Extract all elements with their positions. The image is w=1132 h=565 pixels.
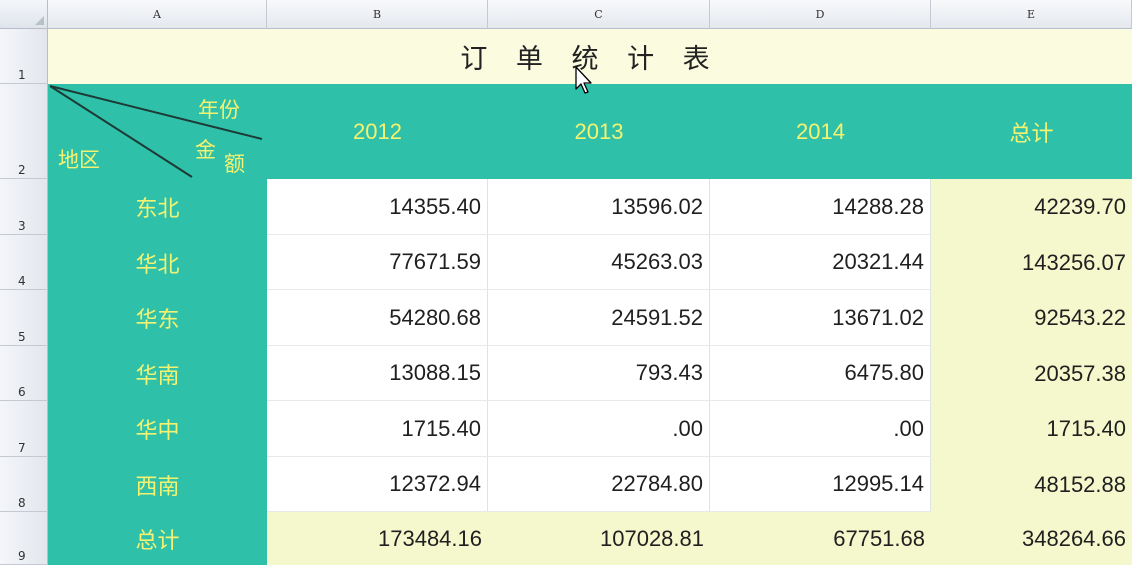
column-header-c[interactable]: C — [488, 0, 710, 29]
value-cell[interactable]: 13671.02 — [710, 290, 931, 346]
year-header-2013[interactable]: 2013 — [488, 84, 710, 179]
row-header-4[interactable]: 4 — [0, 235, 48, 290]
mouse-pointer-icon — [575, 66, 592, 94]
row-total-cell[interactable]: 42239.70 — [931, 179, 1132, 235]
total-row-label[interactable]: 总计 — [48, 512, 267, 565]
value-cell[interactable]: 54280.68 — [267, 290, 488, 346]
column-header-d[interactable]: D — [710, 0, 931, 29]
value-cell[interactable]: 22784.80 — [488, 457, 710, 512]
region-cell[interactable]: 华中 — [48, 401, 267, 457]
amount-label-part1: 金 — [195, 138, 216, 162]
spreadsheet: A B C D E 1 2 3 4 5 6 7 8 9 订 单 统 计 表 年份… — [0, 0, 1132, 565]
region-cell[interactable]: 华南 — [48, 346, 267, 401]
row-header-9[interactable]: 9 — [0, 512, 48, 565]
column-header-bar: A B C D E — [0, 0, 1132, 29]
region-cell[interactable]: 西南 — [48, 457, 267, 512]
row-header-8[interactable]: 8 — [0, 457, 48, 512]
value-cell[interactable]: 13596.02 — [488, 179, 710, 235]
year-header-2012[interactable]: 2012 — [267, 84, 488, 179]
row-number: 3 — [18, 219, 26, 233]
row-number: 6 — [18, 385, 26, 399]
row-total-cell[interactable]: 92543.22 — [931, 290, 1132, 346]
row-header-2[interactable]: 2 — [0, 84, 48, 179]
value-cell[interactable]: 12372.94 — [267, 457, 488, 512]
row-number: 9 — [18, 549, 26, 563]
value-cell[interactable]: 77671.59 — [267, 235, 488, 290]
value-cell[interactable]: 24591.52 — [488, 290, 710, 346]
year-header-2014[interactable]: 2014 — [710, 84, 931, 179]
year-axis-label: 年份 — [198, 98, 240, 122]
column-header-b[interactable]: B — [267, 0, 488, 29]
row-number: 4 — [18, 274, 26, 288]
value-cell[interactable]: 12995.14 — [710, 457, 931, 512]
row-number: 5 — [18, 330, 26, 344]
total-header[interactable]: 总计 — [931, 84, 1132, 179]
value-cell[interactable]: .00 — [488, 401, 710, 457]
column-header-a[interactable]: A — [48, 0, 267, 29]
select-all-triangle-icon — [35, 16, 44, 25]
value-cell[interactable]: 793.43 — [488, 346, 710, 401]
row-header-6[interactable]: 6 — [0, 346, 48, 401]
row-header-3[interactable]: 3 — [0, 179, 48, 235]
column-total-cell[interactable]: 173484.16 — [267, 512, 488, 565]
value-cell[interactable]: 13088.15 — [267, 346, 488, 401]
row-number: 1 — [18, 68, 26, 82]
row-number: 2 — [18, 163, 26, 177]
value-cell[interactable]: 1715.40 — [267, 401, 488, 457]
row-total-cell[interactable]: 1715.40 — [931, 401, 1132, 457]
value-cell[interactable]: .00 — [710, 401, 931, 457]
region-cell[interactable]: 华东 — [48, 290, 267, 346]
select-all-corner[interactable] — [0, 0, 48, 29]
grand-total-cell[interactable]: 348264.66 — [931, 512, 1132, 565]
value-cell[interactable]: 14355.40 — [267, 179, 488, 235]
row-total-cell[interactable]: 20357.38 — [931, 346, 1132, 401]
amount-label-part2: 额 — [224, 152, 245, 176]
value-cell[interactable]: 45263.03 — [488, 235, 710, 290]
value-cell[interactable]: 20321.44 — [710, 235, 931, 290]
region-cell[interactable]: 东北 — [48, 179, 267, 235]
column-header-e[interactable]: E — [931, 0, 1132, 29]
row-header-7[interactable]: 7 — [0, 401, 48, 457]
region-axis-label: 地区 — [58, 148, 100, 172]
row-header-1[interactable]: 1 — [0, 29, 48, 84]
region-cell[interactable]: 华北 — [48, 235, 267, 290]
row-number: 8 — [18, 496, 26, 510]
column-total-cell[interactable]: 67751.68 — [710, 512, 931, 565]
diagonal-header-cell[interactable]: 年份 金 额 地区 — [48, 84, 267, 179]
row-header-5[interactable]: 5 — [0, 290, 48, 346]
value-cell[interactable]: 14288.28 — [710, 179, 931, 235]
column-total-cell[interactable]: 107028.81 — [488, 512, 710, 565]
row-total-cell[interactable]: 48152.88 — [931, 457, 1132, 512]
value-cell[interactable]: 6475.80 — [710, 346, 931, 401]
row-total-cell[interactable]: 143256.07 — [931, 235, 1132, 290]
row-number: 7 — [18, 441, 26, 455]
